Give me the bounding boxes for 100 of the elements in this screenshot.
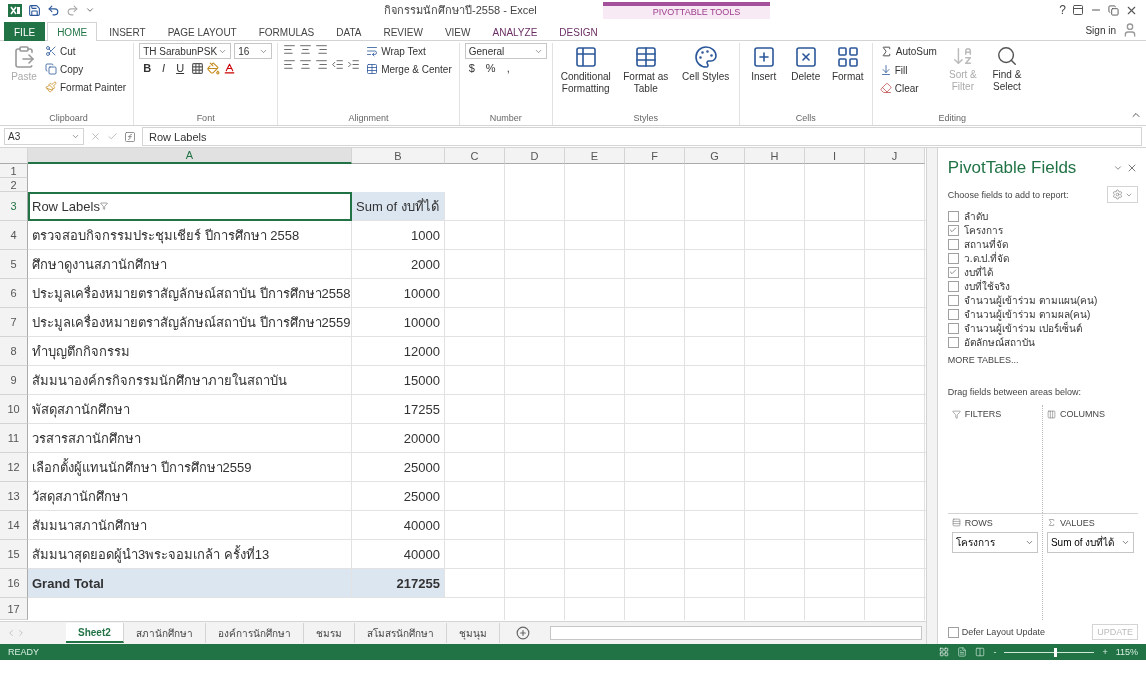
customize-icon[interactable] [85, 5, 95, 15]
column-header[interactable]: I [805, 148, 865, 164]
zoom-thumb[interactable] [1053, 647, 1057, 657]
restore-icon[interactable] [1108, 4, 1119, 16]
underline-button[interactable]: U [172, 61, 189, 75]
sign-in-link[interactable]: Sign in [1085, 24, 1116, 36]
vertical-scrollbar[interactable] [925, 148, 937, 644]
ribbon-tab[interactable]: INSERT [99, 22, 156, 41]
number-format-field[interactable]: General [464, 43, 547, 59]
ribbon-button[interactable]: Find & Select [986, 43, 1027, 94]
ribbon-tab[interactable]: VIEW [434, 22, 481, 41]
format-painter-button[interactable]: Format Painter [43, 79, 129, 95]
row-number[interactable]: 17 [0, 598, 28, 620]
ribbon-button[interactable]: Format as Table [617, 43, 674, 96]
ribbon-button[interactable]: Insert [744, 43, 783, 85]
merge-center-button[interactable]: Merge & Center [364, 61, 454, 77]
row-number[interactable]: 1 [0, 164, 28, 178]
percent-button[interactable]: % [481, 61, 500, 75]
ribbon-tab[interactable]: PAGE LAYOUT [157, 22, 247, 41]
column-header[interactable]: F [625, 148, 685, 164]
borders-icon[interactable] [191, 61, 205, 75]
settings-button[interactable] [1107, 186, 1138, 203]
zoom-in-button[interactable]: + [1102, 647, 1108, 657]
ribbon-display-icon[interactable] [1072, 4, 1084, 16]
ribbon-tab[interactable]: DESIGN [549, 22, 608, 41]
row-number[interactable]: 10 [0, 395, 28, 424]
wrap-text-button[interactable]: Wrap Text [364, 43, 454, 59]
fill-button[interactable]: Fill [877, 62, 939, 78]
row-number[interactable]: 14 [0, 511, 28, 540]
defer-checkbox[interactable] [947, 626, 959, 638]
column-header[interactable]: J [865, 148, 925, 164]
select-all-corner[interactable] [0, 148, 28, 164]
sheet-tab[interactable]: ชมรม [303, 623, 355, 643]
sheet-tab[interactable]: Sheet2 [66, 623, 124, 643]
add-sheet-icon[interactable] [515, 626, 530, 640]
ribbon-tab[interactable]: FILE [4, 22, 46, 41]
row-number[interactable]: 9 [0, 366, 28, 395]
comma-button[interactable]: , [502, 61, 514, 75]
bold-button[interactable]: B [139, 61, 156, 75]
autosum-button[interactable]: AutoSum [877, 43, 939, 60]
column-header[interactable]: D [505, 148, 565, 164]
ribbon-tab[interactable]: REVIEW [373, 22, 433, 41]
row-number[interactable]: 7 [0, 308, 28, 337]
area-field-chip[interactable]: Sum of งบที่ได้ [1046, 531, 1134, 553]
avatar-icon[interactable] [1122, 22, 1138, 38]
font-name-field[interactable]: TH SarabunPSK [139, 43, 232, 59]
row-number[interactable]: 11 [0, 424, 28, 453]
ribbon-button[interactable]: Delete [786, 43, 825, 85]
currency-button[interactable]: $ [464, 61, 479, 75]
field-checkbox[interactable] [947, 210, 959, 222]
font-size-field[interactable]: 16 [234, 43, 273, 59]
ribbon-button[interactable]: Format [828, 43, 867, 85]
fill-color-icon[interactable] [207, 61, 221, 75]
undo-icon[interactable] [47, 3, 60, 17]
field-checkbox[interactable] [947, 280, 959, 292]
sheet-tab[interactable]: สภานักศึกษา [123, 623, 206, 643]
sheet-tab[interactable]: สโมสรนักศึกษา [354, 623, 447, 643]
column-header[interactable]: H [745, 148, 805, 164]
row-number[interactable]: 2 [0, 178, 28, 192]
copy-button[interactable]: Copy [43, 61, 129, 77]
area-field-chip[interactable]: โครงการ [951, 531, 1038, 553]
ribbon-tab[interactable]: HOME [47, 22, 98, 41]
row-number[interactable]: 5 [0, 250, 28, 279]
field-checkbox[interactable] [947, 294, 959, 306]
save-icon[interactable] [28, 3, 41, 17]
row-number[interactable]: 3 [0, 192, 28, 221]
sheet-tab[interactable]: องค์การนักศึกษา [205, 623, 304, 643]
field-checkbox[interactable] [947, 308, 959, 320]
ribbon-tab[interactable]: DATA [326, 22, 372, 41]
row-number[interactable]: 12 [0, 453, 28, 482]
italic-button[interactable]: I [158, 61, 170, 75]
column-header[interactable]: B [352, 148, 445, 164]
redo-icon[interactable] [66, 3, 79, 17]
field-checkbox[interactable] [947, 336, 959, 348]
field-checkbox[interactable] [947, 238, 959, 250]
help-button[interactable]: ? [1059, 3, 1066, 17]
ribbon-button[interactable]: Cell Styles [677, 43, 734, 85]
row-number[interactable]: 6 [0, 279, 28, 308]
field-checkbox[interactable] [947, 252, 959, 264]
name-box[interactable]: A3 [4, 128, 84, 145]
row-number[interactable]: 15 [0, 540, 28, 569]
row-number[interactable]: 16 [0, 569, 28, 598]
field-checkbox[interactable] [947, 322, 959, 334]
formula-input[interactable]: Row Labels [142, 127, 1142, 146]
zoom-out-button[interactable]: - [993, 647, 997, 657]
sheet-tab[interactable]: ชุมนุม [446, 623, 500, 643]
column-header[interactable]: C [445, 148, 505, 164]
ribbon-tab[interactable]: FORMULAS [248, 22, 325, 41]
row-number[interactable]: 13 [0, 482, 28, 511]
column-header[interactable]: G [685, 148, 745, 164]
cut-button[interactable]: Cut [43, 43, 129, 59]
row-number[interactable]: 8 [0, 337, 28, 366]
field-checkbox[interactable] [947, 224, 959, 236]
row-number[interactable]: 4 [0, 221, 28, 250]
ribbon-tab[interactable]: ANALYZE [482, 22, 548, 41]
column-header[interactable]: E [565, 148, 625, 164]
font-color-icon[interactable] [223, 61, 237, 75]
clear-button[interactable]: Clear [877, 80, 939, 96]
column-header[interactable]: A [28, 148, 352, 164]
horizontal-scrollbar[interactable] [549, 626, 922, 640]
